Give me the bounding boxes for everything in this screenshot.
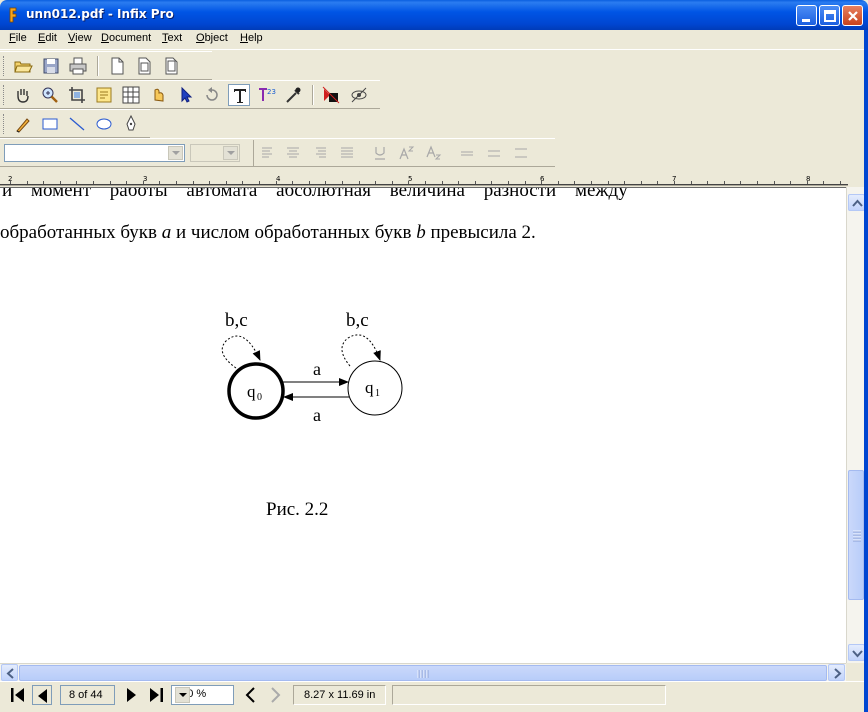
text-flow-icon[interactable]: 23 [255, 84, 277, 106]
toolbar-grip[interactable] [3, 114, 6, 134]
back-view-icon[interactable] [241, 685, 261, 705]
menu-bar: File Edit View Document Text Object Help [0, 30, 868, 50]
menu-help[interactable]: Help [240, 32, 263, 44]
window-title: unn012.pdf - Infix Pro [26, 7, 174, 21]
new-page-icon[interactable] [106, 55, 128, 77]
pen-tool-icon[interactable] [120, 113, 142, 135]
close-button[interactable] [842, 5, 863, 26]
fill-color-icon[interactable] [320, 84, 342, 106]
select-arrow-icon[interactable] [174, 84, 196, 106]
align-right-icon[interactable] [311, 144, 329, 162]
document-view[interactable]: и момент работы автомата абсолютная вели… [0, 187, 846, 663]
ellipse-icon[interactable] [93, 113, 115, 135]
menu-object[interactable]: Object [196, 32, 228, 44]
open-folder-icon[interactable] [12, 55, 34, 77]
edge-label-bottom: a [313, 405, 321, 425]
last-page-icon[interactable] [146, 685, 166, 705]
menu-file[interactable]: File [9, 32, 27, 44]
window-frame-right [864, 30, 868, 712]
horizontal-ruler[interactable]: 2 3 4 5 6 7 8 [0, 170, 848, 186]
line-spacing-double-icon[interactable] [512, 144, 530, 162]
toolbar-grip[interactable] [3, 56, 6, 76]
tools-toolbar: 23 [0, 80, 380, 109]
file-toolbar [0, 51, 212, 80]
edge-label-top: a [313, 359, 321, 379]
visibility-toggle-icon[interactable] [348, 84, 370, 106]
eyedropper-icon[interactable] [282, 84, 304, 106]
state-q1-subscript: 1 [375, 388, 380, 399]
navigation-bar: 8 of 44 150 % 8.27 x 11.69 in [0, 681, 868, 712]
chevron-down-icon[interactable] [175, 687, 190, 703]
page-size-display: 8.27 x 11.69 in [293, 685, 386, 705]
menu-edit[interactable]: Edit [38, 32, 57, 44]
page-number-field[interactable]: 8 of 44 [60, 685, 115, 705]
text-tool-icon[interactable] [228, 84, 250, 106]
figure-caption: Рис. 2.2 [266, 499, 329, 520]
justify-icon[interactable] [338, 144, 356, 162]
minimize-button[interactable] [796, 5, 817, 26]
horizontal-scrollbar[interactable] [0, 663, 846, 681]
pencil-icon[interactable] [12, 113, 34, 135]
zoom-tool-icon[interactable] [39, 84, 61, 106]
zoom-select[interactable]: 150 % [171, 685, 234, 705]
page-layout-icon[interactable] [160, 55, 182, 77]
vertical-scroll-thumb[interactable] [848, 470, 864, 600]
line-spacing-single-icon[interactable] [458, 144, 476, 162]
previous-page-icon[interactable] [32, 685, 52, 705]
align-left-icon[interactable] [259, 144, 277, 162]
page-properties-icon[interactable] [133, 55, 155, 77]
paragraph-format-group [253, 140, 551, 166]
align-center-icon[interactable] [284, 144, 302, 162]
menu-text[interactable]: Text [162, 32, 182, 44]
font-size-select[interactable] [190, 144, 240, 162]
scroll-up-button[interactable] [848, 194, 865, 211]
maximize-button[interactable] [819, 5, 840, 26]
crop-tool-icon[interactable] [66, 84, 88, 106]
chevron-down-icon[interactable] [223, 146, 238, 160]
state-q0-label: q [247, 382, 256, 401]
rectangle-icon[interactable] [39, 113, 61, 135]
save-icon[interactable] [40, 55, 62, 77]
line-spacing-onehalf-icon[interactable] [485, 144, 503, 162]
toolbar-separator [97, 56, 99, 76]
title-bar: unn012.pdf - Infix Pro [0, 0, 868, 30]
svg-text:23: 23 [267, 88, 276, 96]
horizontal-scroll-thumb[interactable] [19, 665, 827, 681]
chevron-down-icon[interactable] [168, 146, 183, 160]
table-tool-icon[interactable] [120, 84, 142, 106]
line-icon[interactable] [66, 113, 88, 135]
hand-tool-icon[interactable] [12, 84, 34, 106]
ruler-baseline [0, 184, 848, 185]
rotate-tool-icon[interactable] [201, 84, 223, 106]
automaton-diagram: b,c b,c a a q 0 q 1 [221, 310, 403, 425]
scrollbar-corner [846, 663, 864, 681]
note-tool-icon[interactable] [93, 84, 115, 106]
state-q0-subscript: 0 [257, 392, 262, 403]
drawing-toolbar [0, 109, 150, 138]
state-q1-label: q [365, 378, 374, 397]
loop-label-q1: b,c [346, 310, 369, 331]
vertical-scrollbar[interactable] [846, 187, 865, 663]
superscript-icon[interactable] [398, 144, 416, 162]
state-q0-circle [227, 362, 285, 420]
menu-document[interactable]: Document [101, 32, 151, 44]
subscript-icon[interactable] [425, 144, 443, 162]
font-family-select[interactable] [4, 144, 185, 162]
first-page-icon[interactable] [8, 685, 28, 705]
next-page-icon[interactable] [121, 685, 141, 705]
toolbar-grip[interactable] [3, 85, 6, 105]
scroll-down-button[interactable] [848, 644, 865, 661]
scroll-left-button[interactable] [1, 664, 18, 681]
scroll-right-button[interactable] [828, 664, 845, 681]
menu-view[interactable]: View [68, 32, 92, 44]
toolbar-separator [312, 85, 314, 105]
format-toolbar [0, 138, 555, 167]
status-panel [392, 685, 666, 705]
link-tool-icon[interactable] [147, 84, 169, 106]
forward-view-icon[interactable] [265, 685, 285, 705]
loop-label-q0: b,c [225, 310, 248, 331]
print-icon[interactable] [67, 55, 89, 77]
infix-app-icon[interactable] [6, 7, 20, 23]
underline-icon[interactable] [371, 144, 389, 162]
